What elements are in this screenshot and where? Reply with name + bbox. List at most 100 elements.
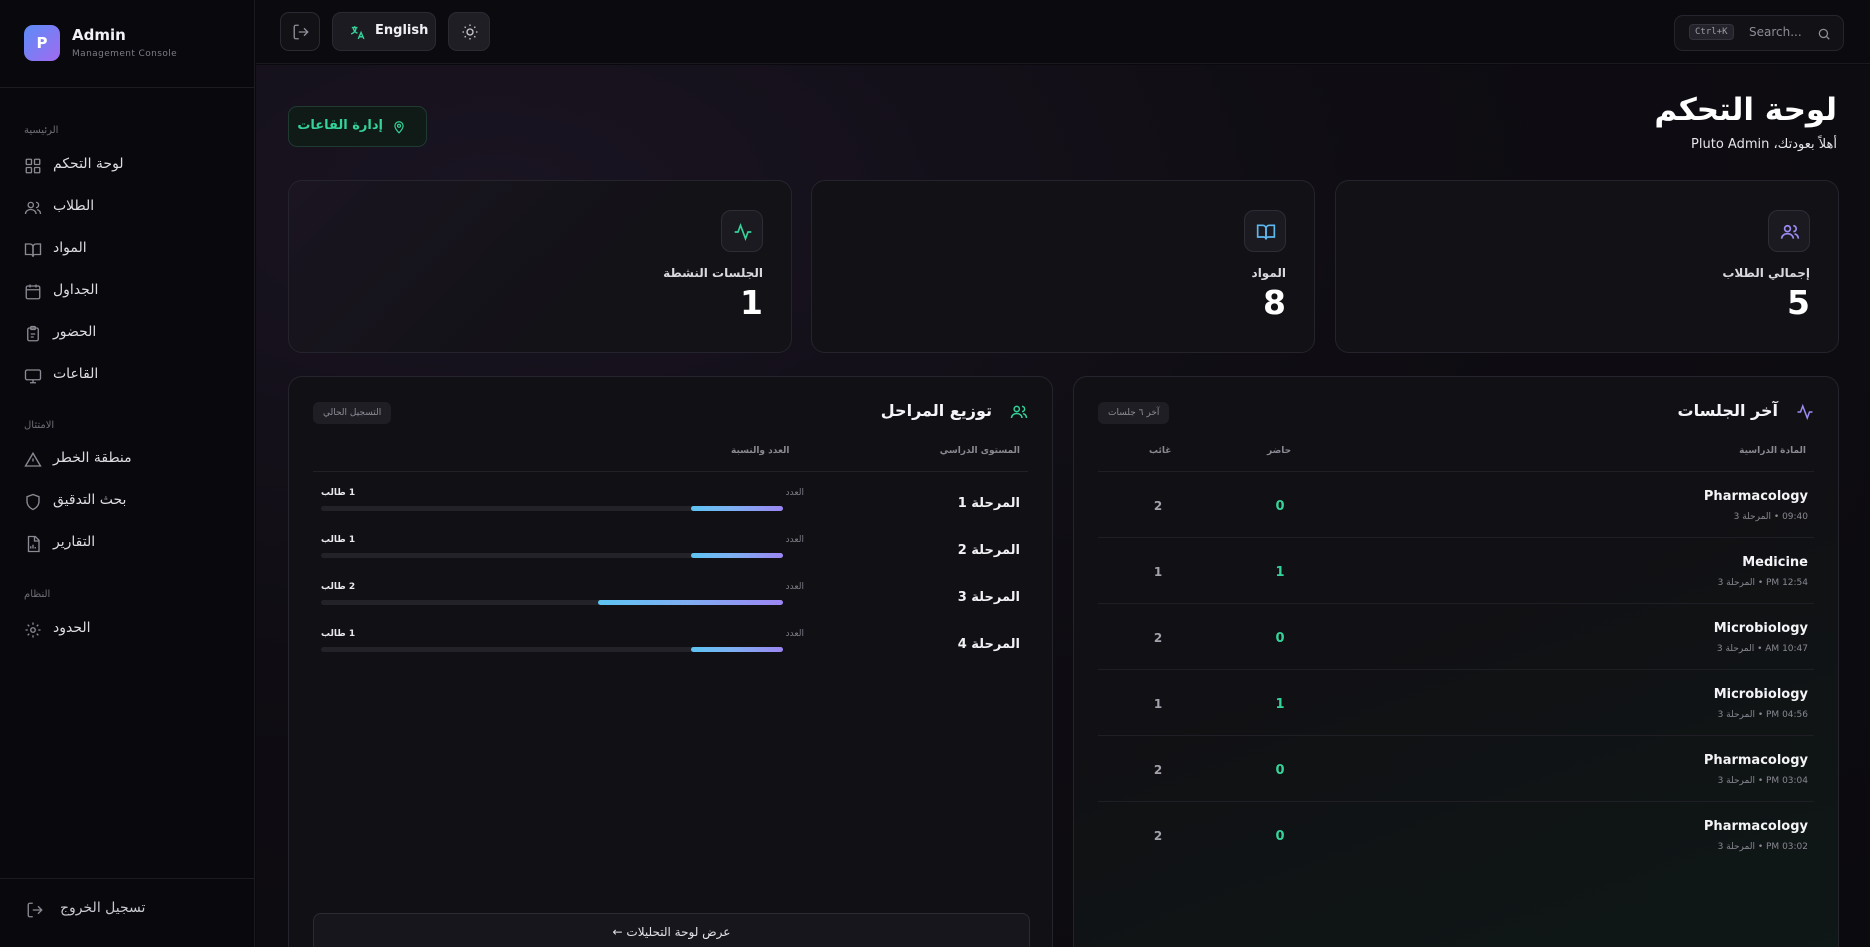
stage-count-label: العدد	[785, 629, 804, 639]
sidebar-item-subjects[interactable]: المواد	[12, 232, 242, 268]
nav-section-main: الرئيسية	[24, 125, 59, 136]
sidebar-item-halls[interactable]: القاعات	[12, 358, 242, 394]
session-row[interactable]: Pharmacology 03:02 PM • المرحلة 3 0 2	[1098, 801, 1814, 867]
logout-icon	[27, 902, 43, 918]
sidebar-item-label: الطلاب	[53, 198, 95, 214]
welcome-text: أهلاً بعودتك، Pluto Admin	[1691, 137, 1837, 152]
session-absent-count: 1	[1153, 565, 1163, 579]
map-pin-icon	[394, 121, 404, 134]
sidebar-item-label: لوحة التحكم	[53, 156, 124, 172]
theme-toggle-button[interactable]	[448, 12, 490, 51]
panel-badge: التسجيل الحالي	[313, 402, 392, 424]
sun-icon	[462, 24, 478, 40]
session-row[interactable]: Pharmacology 03:04 PM • المرحلة 3 0 2	[1098, 735, 1814, 801]
stage-name: المرحلة 4	[957, 637, 1020, 652]
stage-row: المرحلة 1 العدد 1 طالب	[313, 488, 1028, 532]
grid-icon	[25, 158, 41, 174]
book-open-icon	[1256, 224, 1276, 240]
stage-distribution-panel: توزيع المراحل التسجيل الحالي المستوى الد…	[288, 376, 1053, 947]
sidebar-item-audit-search[interactable]: بحث التدقيق	[12, 484, 242, 520]
sidebar-item-label: منطقة الخطر	[53, 450, 132, 466]
stat-label: إجمالي الطلاب	[1722, 266, 1810, 280]
logout-label: تسجيل الخروج	[60, 900, 146, 916]
stage-count-label: العدد	[785, 488, 804, 498]
sidebar-item-attendance[interactable]: الحضور	[12, 316, 242, 352]
sidebar-item-label: الجداول	[53, 282, 99, 298]
stat-value: 1	[740, 283, 763, 322]
session-row[interactable]: Microbiology 04:56 PM • المرحلة 3 1 1	[1098, 669, 1814, 735]
session-meta: 12:54 PM • المرحلة 3	[1717, 578, 1808, 588]
brand-title: Admin	[72, 26, 126, 44]
stage-count-value: 2 طالب	[321, 582, 356, 592]
stage-bar-fill	[598, 600, 783, 605]
logout-button[interactable]: تسجيل الخروج	[14, 892, 234, 928]
session-meta: 03:04 PM • المرحلة 3	[1717, 776, 1808, 786]
clipboard-icon	[27, 325, 39, 342]
sidebar-item-danger-zone[interactable]: منطقة الخطر	[12, 442, 242, 478]
view-analytics-button[interactable]: عرض لوحة التحليلات ←	[313, 913, 1030, 947]
table-divider	[313, 471, 1028, 472]
stage-row: المرحلة 3 العدد 2 طالب	[313, 582, 1028, 626]
stage-bar-track	[321, 647, 783, 652]
translate-icon	[350, 26, 365, 40]
users-icon	[1780, 224, 1800, 239]
search-input[interactable]: Ctrl+K Search...	[1674, 15, 1844, 51]
activity-icon	[1797, 403, 1813, 421]
session-subject: Pharmacology	[1703, 489, 1808, 504]
session-row[interactable]: Medicine 12:54 PM • المرحلة 3 1 1	[1098, 537, 1814, 603]
stage-bar-fill	[690, 647, 783, 652]
stat-icon-box	[721, 210, 763, 252]
sidebar-item-label: بحث التدقيق	[53, 492, 127, 508]
stat-card-subjects: المواد 8	[811, 180, 1315, 353]
session-subject: Pharmacology	[1703, 753, 1808, 768]
sidebar-item-schedules[interactable]: الجداول	[12, 274, 242, 310]
session-meta: 03:02 PM • المرحلة 3	[1717, 842, 1808, 852]
stage-name: المرحلة 1	[957, 496, 1020, 511]
brand: P Admin Management Console	[0, 0, 254, 88]
stage-count-label: العدد	[785, 535, 804, 545]
session-absent-count: 2	[1153, 763, 1163, 777]
manage-halls-button[interactable]: إدارة القاعات	[288, 106, 427, 147]
session-meta: 09:40 • المرحلة 3	[1733, 512, 1808, 522]
session-meta: 04:56 PM • المرحلة 3	[1717, 710, 1808, 720]
sidebar-item-students[interactable]: الطلاب	[12, 190, 242, 226]
sidebar-item-label: الحضور	[53, 324, 97, 340]
session-subject: Microbiology	[1713, 621, 1808, 636]
session-subject: Medicine	[1742, 555, 1808, 570]
language-toggle-button[interactable]: English	[332, 12, 436, 51]
sidebar-item-dashboard[interactable]: لوحة التحكم	[12, 148, 242, 184]
gear-icon	[25, 622, 41, 638]
stage-count-value: 1 طالب	[321, 629, 356, 639]
topbar-logout-button[interactable]	[280, 12, 320, 51]
session-present-count: 0	[1275, 829, 1285, 844]
stage-bar-track	[321, 600, 783, 605]
sidebar-item-label: الحدود	[53, 620, 91, 636]
nav-section-compliance: الامتثال	[24, 420, 55, 431]
view-analytics-label: عرض لوحة التحليلات ←	[612, 925, 731, 939]
session-row[interactable]: Microbiology 10:47 AM • المرحلة 3 0 2	[1098, 603, 1814, 669]
stage-row: المرحلة 2 العدد 1 طالب	[313, 535, 1028, 579]
panel-badge: آخر ٦ جلسات	[1098, 402, 1170, 424]
session-absent-count: 1	[1153, 697, 1163, 711]
session-absent-count: 2	[1153, 499, 1163, 513]
sidebar-item-label: القاعات	[53, 366, 99, 382]
session-row[interactable]: Pharmacology 09:40 • المرحلة 3 0 2	[1098, 471, 1814, 537]
topbar: English Ctrl+K Search...	[256, 0, 1870, 64]
users-icon	[24, 201, 42, 215]
stat-label: المواد	[1251, 266, 1286, 280]
sidebar-item-reports[interactable]: التقارير	[12, 526, 242, 562]
column-header-absent: غائب	[1149, 446, 1172, 456]
manage-halls-label: إدارة القاعات	[297, 118, 383, 133]
search-shortcut: Ctrl+K	[1689, 24, 1734, 40]
column-header-level: المستوى الدراسي	[939, 446, 1020, 456]
session-present-count: 0	[1275, 763, 1285, 778]
column-header-subject: المادة الدراسية	[1739, 446, 1806, 456]
stage-count-label: العدد	[785, 582, 804, 592]
stat-card-total-students: إجمالي الطلاب 5	[1335, 180, 1839, 353]
brand-logo[interactable]: P	[24, 25, 60, 61]
stage-bar-track	[321, 553, 783, 558]
sidebar-item-limits[interactable]: الحدود	[12, 612, 242, 648]
page-title: لوحة التحكم	[1654, 92, 1837, 128]
stat-label: الجلسات النشطة	[663, 266, 763, 280]
users-icon	[1010, 405, 1028, 419]
